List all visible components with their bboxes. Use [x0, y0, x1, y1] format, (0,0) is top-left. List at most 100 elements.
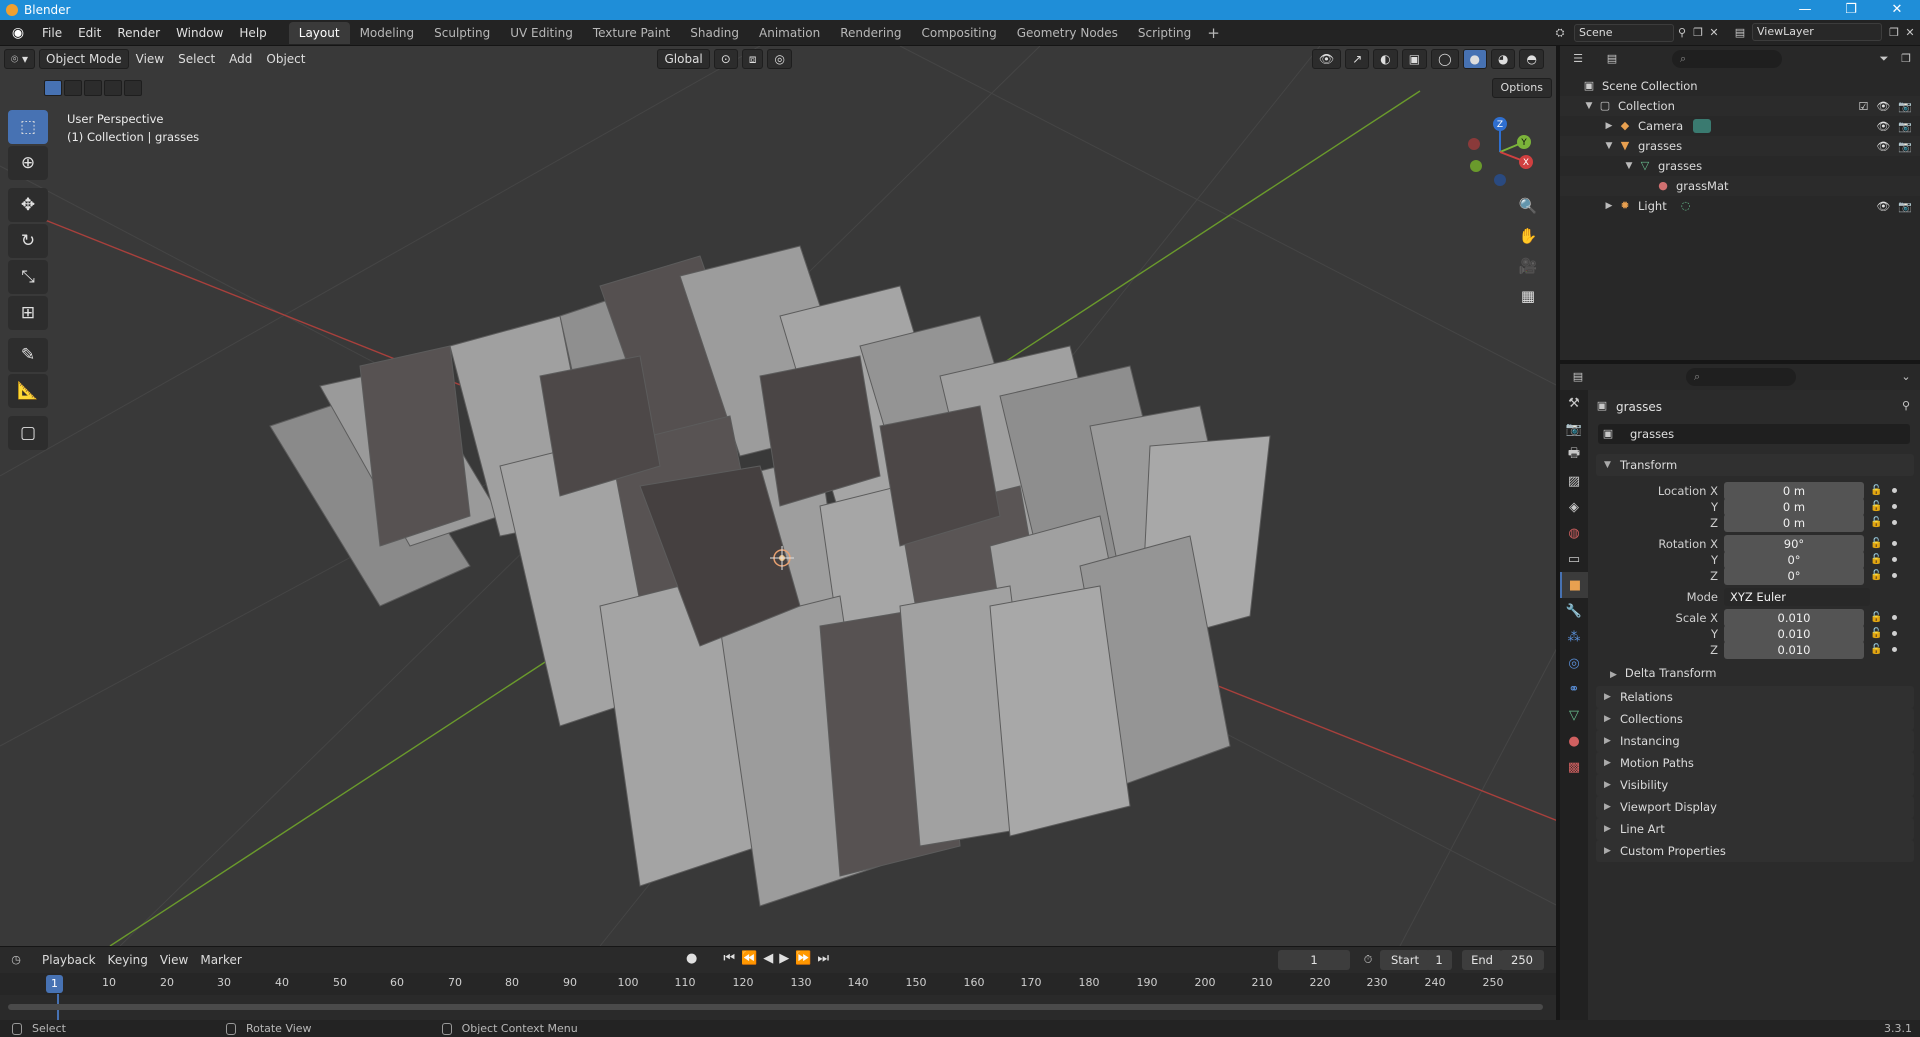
select-extend-icon[interactable] [64, 80, 82, 96]
3d-viewport[interactable]: ⌾ ▾ Object Mode View Select Add Object G… [0, 46, 1558, 946]
tab-geometry-nodes[interactable]: Geometry Nodes [1007, 22, 1128, 44]
rendered-shading-icon[interactable]: ◓ [1519, 49, 1544, 69]
tab-layout[interactable]: Layout [288, 21, 350, 44]
camera-render-icon[interactable]: 📷 [1898, 140, 1912, 153]
select-new-icon[interactable] [44, 80, 62, 96]
preview-range-icon[interactable]: ⏱ [1360, 952, 1376, 968]
overlays-icon[interactable]: ◐ [1373, 49, 1398, 69]
new-view-layer-icon[interactable]: ❐ [1886, 25, 1902, 41]
properties-search-input[interactable]: ⌕ [1686, 368, 1796, 386]
panel-motion-paths[interactable]: ▶ Motion Paths [1596, 752, 1914, 774]
snap-icon[interactable]: ⧈ [741, 49, 764, 69]
constraints-tab-icon[interactable]: ⚭ [1560, 676, 1588, 702]
prev-keyframe-icon[interactable]: ⏪ [741, 951, 757, 966]
zoom-icon[interactable]: 🔍 [1514, 192, 1542, 220]
transform-orientation-dropdown[interactable]: Global [657, 49, 710, 69]
tab-shading[interactable]: Shading [680, 22, 749, 44]
viewport-menu-add[interactable]: Add [222, 52, 259, 66]
eye-icon[interactable]: 👁 [1876, 120, 1890, 133]
minimize-button[interactable]: — [1782, 0, 1828, 20]
data-tab-icon[interactable]: ▽ [1560, 702, 1588, 728]
maximize-button[interactable]: ❐ [1828, 0, 1874, 20]
new-scene-icon[interactable]: ❐ [1690, 25, 1706, 41]
panel-instancing[interactable]: ▶ Instancing [1596, 730, 1914, 752]
object-browse-icon[interactable]: ▣ [1600, 426, 1616, 442]
viewport-menu-view[interactable]: View [129, 52, 171, 66]
scale-tool-icon[interactable]: ⤡ [8, 260, 48, 294]
scale-z-field[interactable]: 0.010 [1724, 641, 1864, 659]
outliner-search-input[interactable]: ⌕ [1672, 50, 1782, 68]
rotation-z-field[interactable]: 0° [1724, 567, 1864, 585]
timeline-editor-type-icon[interactable]: ◷ [8, 952, 24, 968]
particles-tab-icon[interactable]: ⁂ [1560, 624, 1588, 650]
panel-relations[interactable]: ▶ Relations [1596, 686, 1914, 708]
camera-render-icon[interactable]: 📷 [1898, 100, 1912, 113]
keyframe-dot-icon[interactable] [1892, 541, 1897, 546]
gizmo-toggle-icon[interactable]: ↗ [1345, 49, 1370, 69]
rotation-mode-dropdown[interactable]: XYZ Euler [1724, 588, 1870, 606]
pan-hand-icon[interactable]: ✋ [1514, 222, 1542, 250]
select-intersect-icon[interactable] [124, 80, 142, 96]
tab-uv-editing[interactable]: UV Editing [500, 22, 583, 44]
lock-icon[interactable]: 🔓 [1870, 567, 1882, 585]
new-collection-icon[interactable]: ❐ [1898, 51, 1914, 67]
physics-tab-icon[interactable]: ◎ [1560, 650, 1588, 676]
keyframe-dot-icon[interactable] [1892, 557, 1897, 562]
output-tab-icon[interactable]: 🖶 [1560, 442, 1588, 468]
viewport-menu-object[interactable]: Object [259, 52, 312, 66]
expand-arrow-icon[interactable]: ▶ [1602, 201, 1616, 211]
outliner-row-collection[interactable]: ▼ ▢ Collection ☑ 👁 📷 [1560, 96, 1920, 116]
menu-edit[interactable]: Edit [70, 26, 109, 40]
keyframe-dot-icon[interactable] [1892, 647, 1897, 652]
tool-tab-icon[interactable]: ⚒ [1560, 390, 1588, 416]
outliner-row-camera[interactable]: ▶ ◆ Camera 👁 📷 [1560, 116, 1920, 136]
panel-collections[interactable]: ▶ Collections [1596, 708, 1914, 730]
object-mode-dropdown[interactable]: Object Mode [39, 49, 129, 69]
menu-window[interactable]: Window [168, 26, 231, 40]
tab-animation[interactable]: Animation [749, 22, 830, 44]
keyframe-dot-icon[interactable] [1892, 615, 1897, 620]
keyframe-dot-icon[interactable] [1892, 488, 1897, 493]
world-tab-icon[interactable]: ◍ [1560, 520, 1588, 546]
expand-arrow-icon[interactable]: ▶ [1602, 121, 1616, 131]
texture-tab-icon[interactable]: ▩ [1560, 754, 1588, 780]
properties-editor-type-icon[interactable]: ▤ [1570, 369, 1586, 385]
pin-properties-icon[interactable]: ⚲ [1898, 398, 1914, 414]
visibility-icon[interactable]: 👁 [1311, 49, 1342, 69]
jump-start-icon[interactable]: ⏮ [723, 951, 735, 966]
eye-icon[interactable]: 👁 [1876, 100, 1890, 113]
move-tool-icon[interactable]: ✥ [8, 188, 48, 222]
checkbox-icon[interactable]: ☑ [1858, 100, 1868, 113]
tab-sculpting[interactable]: Sculpting [424, 22, 500, 44]
keyframe-dot-icon[interactable] [1892, 573, 1897, 578]
tab-modeling[interactable]: Modeling [350, 22, 425, 44]
jump-end-icon[interactable]: ⏭ [817, 951, 829, 966]
ortho-grid-icon[interactable]: ▦ [1514, 282, 1542, 310]
view-layer-icon[interactable]: ▤ [1732, 25, 1748, 41]
render-tab-icon[interactable]: 📷 [1560, 416, 1588, 442]
outliner-row-scene-collection[interactable]: ▣ Scene Collection [1560, 76, 1920, 96]
panel-line-art[interactable]: ▶ Line Art [1596, 818, 1914, 840]
panel-viewport-display[interactable]: ▶ Viewport Display [1596, 796, 1914, 818]
viewport-options-button[interactable]: Options [1491, 78, 1552, 98]
record-icon[interactable]: ● [686, 951, 697, 966]
menu-help[interactable]: Help [231, 26, 274, 40]
timeline-menu-keying[interactable]: Keying [102, 953, 154, 967]
camera-render-icon[interactable]: 📷 [1898, 120, 1912, 133]
outliner-row-grasses[interactable]: ▼ ▼ grasses 👁 📷 [1560, 136, 1920, 156]
panel-custom-properties[interactable]: ▶ Custom Properties [1596, 840, 1914, 862]
delta-transform-subpanel[interactable]: ▶ Delta Transform [1610, 666, 1716, 680]
timeline-menu-view[interactable]: View [154, 953, 194, 967]
rotate-tool-icon[interactable]: ↻ [8, 224, 48, 258]
outliner-row-grasses-mesh[interactable]: ▼ ▽ grasses [1560, 156, 1920, 176]
play-icon[interactable]: ▶ [779, 951, 789, 966]
menu-render[interactable]: Render [109, 26, 168, 40]
keyframe-dot-icon[interactable] [1892, 631, 1897, 636]
location-z-field[interactable]: 0 m [1724, 514, 1864, 532]
scene-icon[interactable]: ⛭ [1552, 25, 1568, 41]
viewport-scene[interactable] [0, 46, 1558, 946]
scene-tab-icon[interactable]: ◈ [1560, 494, 1588, 520]
delete-view-layer-icon[interactable]: ✕ [1902, 25, 1918, 41]
eye-icon[interactable]: 👁 [1876, 140, 1890, 153]
transform-panel-header[interactable]: ▼ Transform [1596, 454, 1914, 476]
